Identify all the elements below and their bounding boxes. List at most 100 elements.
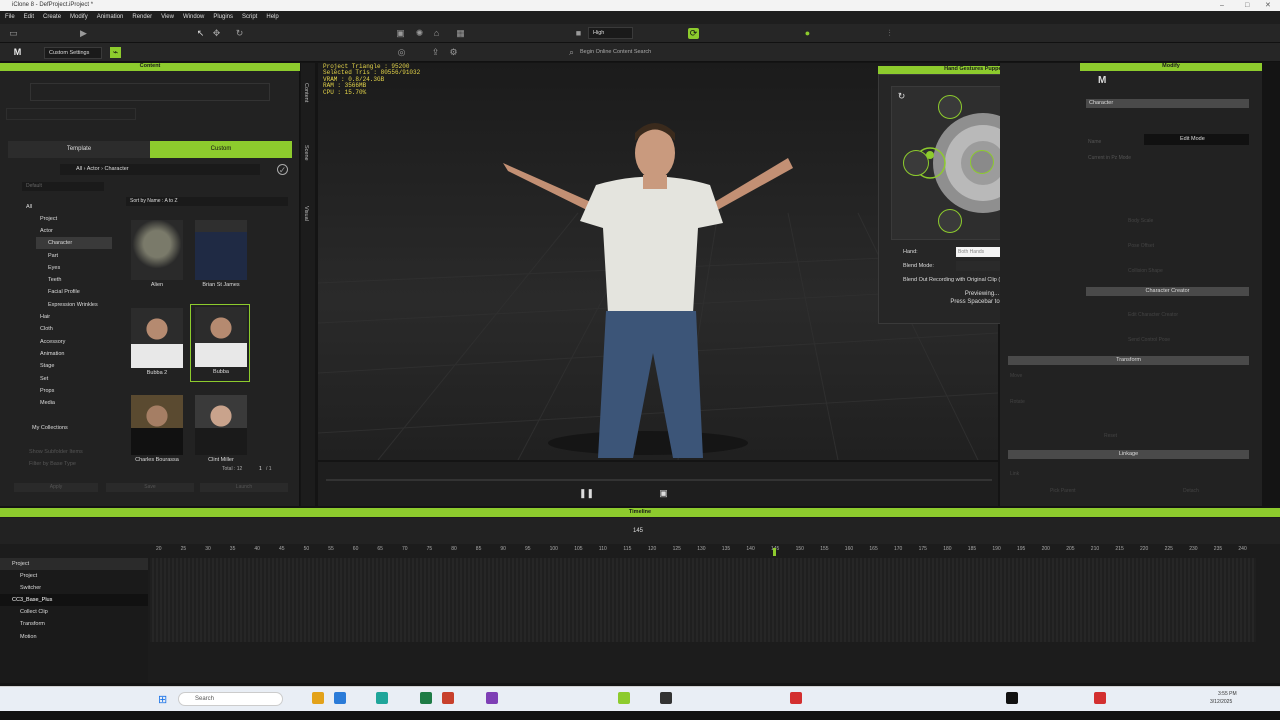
tree-item-media[interactable]: Media <box>40 397 55 409</box>
track-collect-clip[interactable]: Collect Clip <box>0 606 148 618</box>
tree-item-my-collections[interactable]: My Collections <box>32 422 68 434</box>
powerpoint-icon[interactable] <box>442 692 454 704</box>
tree-item-project[interactable]: Project <box>40 213 57 225</box>
tree-item-accessory[interactable]: Accessory <box>40 336 65 348</box>
menu-animation[interactable]: Animation <box>97 11 124 24</box>
select-icon[interactable]: ↖ <box>195 28 206 39</box>
side-tab-scene[interactable]: Scene <box>303 145 309 161</box>
tree-item-set[interactable]: Set <box>40 373 48 385</box>
collision-shape-button[interactable]: Collision Shape <box>1128 268 1163 274</box>
frame-ruler[interactable]: 20 25 30 35 40 45 50 55 60 65 70 75 80 85 90 95 100 105 11… <box>148 546 1258 556</box>
reset-button[interactable]: Reset <box>1104 433 1117 439</box>
tree-item-teeth[interactable]: Teeth <box>48 274 61 286</box>
send-control-pose-button[interactable]: Send Control Pose <box>1128 337 1170 343</box>
breadcrumb-all[interactable]: All <box>76 166 82 172</box>
save-button[interactable]: Save <box>106 483 194 492</box>
menu-script[interactable]: Script <box>242 11 257 24</box>
new-icon[interactable]: ▭ <box>8 28 19 39</box>
status-icon[interactable]: ● <box>802 28 813 39</box>
reset-icon[interactable]: ↻ <box>896 91 907 102</box>
excel-icon[interactable] <box>420 692 432 704</box>
thumbnail-alien[interactable]: Alien <box>127 218 187 296</box>
minimize-icon[interactable]: – <box>1220 0 1224 11</box>
thumbnail-charles-bourassa[interactable]: Charles Bourassa <box>127 393 187 471</box>
iclone-app-icon[interactable] <box>618 692 630 704</box>
detach-button[interactable]: Detach <box>1183 488 1199 494</box>
filter-icon[interactable]: ✓ <box>277 164 288 175</box>
target-icon[interactable]: ◎ <box>396 47 407 58</box>
menu-help[interactable]: Help <box>266 11 278 24</box>
sync-icon[interactable]: ⟳ <box>688 28 699 39</box>
menu-window[interactable]: Window <box>183 11 204 24</box>
snap-icon[interactable]: ⌁ <box>110 47 121 58</box>
search-input[interactable]: Begin Online Content Search <box>576 47 706 59</box>
track-cc3-base-plus[interactable]: CC3_Base_Plus <box>0 594 148 606</box>
character-creator-header[interactable]: Character Creator <box>1086 287 1249 296</box>
adobe-icon[interactable] <box>790 692 802 704</box>
pose-offset-button[interactable]: Pose Offset <box>1128 243 1154 249</box>
file-explorer-icon[interactable] <box>312 692 324 704</box>
play-icon[interactable]: ▶ <box>78 28 89 39</box>
check-show-subfolder[interactable]: Show Subfolder Items <box>29 446 83 458</box>
rotate-icon[interactable]: ↻ <box>234 28 245 39</box>
close-icon[interactable]: ✕ <box>1265 0 1271 11</box>
gesture-hand-center[interactable] <box>970 150 994 174</box>
pick-parent-button[interactable]: Pick Parent <box>1050 488 1076 494</box>
camera-icon[interactable]: ▣ <box>395 28 406 39</box>
loop-icon[interactable]: ▣ <box>658 488 669 499</box>
gesture-hand-bottom-left[interactable] <box>938 209 962 233</box>
track-switcher[interactable]: Switcher <box>0 582 148 594</box>
pause-icon[interactable]: ❚❚ <box>579 488 594 499</box>
tab-custom[interactable]: Custom <box>150 141 292 158</box>
tree-item-expression-wrinkles[interactable]: Expression Wrinkles <box>48 299 98 311</box>
maximize-icon[interactable]: □ <box>1245 0 1249 11</box>
edit-mode-button[interactable]: Edit Mode <box>1144 134 1249 145</box>
side-tab-visual[interactable]: Visual <box>303 206 309 221</box>
tree-item-actor[interactable]: Actor <box>40 225 53 237</box>
breadcrumb-character[interactable]: Character <box>104 166 128 172</box>
track-motion[interactable]: Motion <box>0 631 148 643</box>
linkage-header[interactable]: Linkage <box>1008 450 1249 459</box>
menu-view[interactable]: View <box>161 11 174 24</box>
tree-item-props[interactable]: Props <box>40 385 54 397</box>
transform-header[interactable]: Transform <box>1008 356 1249 365</box>
character-section-header[interactable]: Character <box>1086 99 1249 108</box>
current-frame[interactable]: 145 <box>633 528 643 534</box>
thumbnail-bubba-2[interactable]: Bubba 2 <box>127 306 187 384</box>
track-project[interactable]: Project <box>0 570 148 582</box>
edge-icon[interactable] <box>376 692 388 704</box>
tab-template[interactable]: Template <box>8 141 150 158</box>
move-icon[interactable]: ✥ <box>211 28 222 39</box>
side-tab-content[interactable]: Content <box>303 83 309 102</box>
windows-start-icon[interactable]: ⊞ <box>158 693 167 706</box>
menu-edit[interactable]: Edit <box>24 11 34 24</box>
grid-icon[interactable]: ▦ <box>455 28 466 39</box>
iclone-active-icon[interactable] <box>660 692 672 704</box>
playback-slider-track[interactable] <box>326 479 992 481</box>
onenote-icon[interactable] <box>486 692 498 704</box>
menu-file[interactable]: File <box>5 11 15 24</box>
custom-settings-dropdown[interactable]: Custom Settings <box>44 47 102 59</box>
playhead[interactable] <box>773 548 776 556</box>
upload-icon[interactable]: ⇪ <box>430 47 441 58</box>
thumbnail-bubba[interactable]: Bubba <box>190 304 250 382</box>
tree-item-facial-profile[interactable]: Facial Profile <box>48 286 80 298</box>
home-icon[interactable]: ⌂ <box>431 28 442 39</box>
menu-create[interactable]: Create <box>43 11 61 24</box>
tree-item-all[interactable]: All <box>26 201 32 213</box>
menu-plugins[interactable]: Plugins <box>213 11 233 24</box>
check-filter-base-type[interactable]: Filter by Base Type <box>29 458 76 470</box>
sort-dropdown[interactable]: Sort by Name : A to Z <box>126 197 288 206</box>
gesture-hand-left[interactable] <box>903 150 929 176</box>
tree-item-animation[interactable]: Animation <box>40 348 64 360</box>
copilot-icon[interactable] <box>334 692 346 704</box>
menu-render[interactable]: Render <box>132 11 152 24</box>
settings-sliders-icon[interactable]: ⫶ <box>884 28 895 39</box>
quality-select[interactable]: High <box>588 27 633 39</box>
unreal-icon[interactable] <box>1006 692 1018 704</box>
track-project-group[interactable]: Project <box>0 558 148 570</box>
tree-item-stage[interactable]: Stage <box>40 360 54 372</box>
launch-button[interactable]: Launch <box>200 483 288 492</box>
tree-item-hair[interactable]: Hair <box>40 311 50 323</box>
gesture-hand-top-left[interactable] <box>938 95 962 119</box>
